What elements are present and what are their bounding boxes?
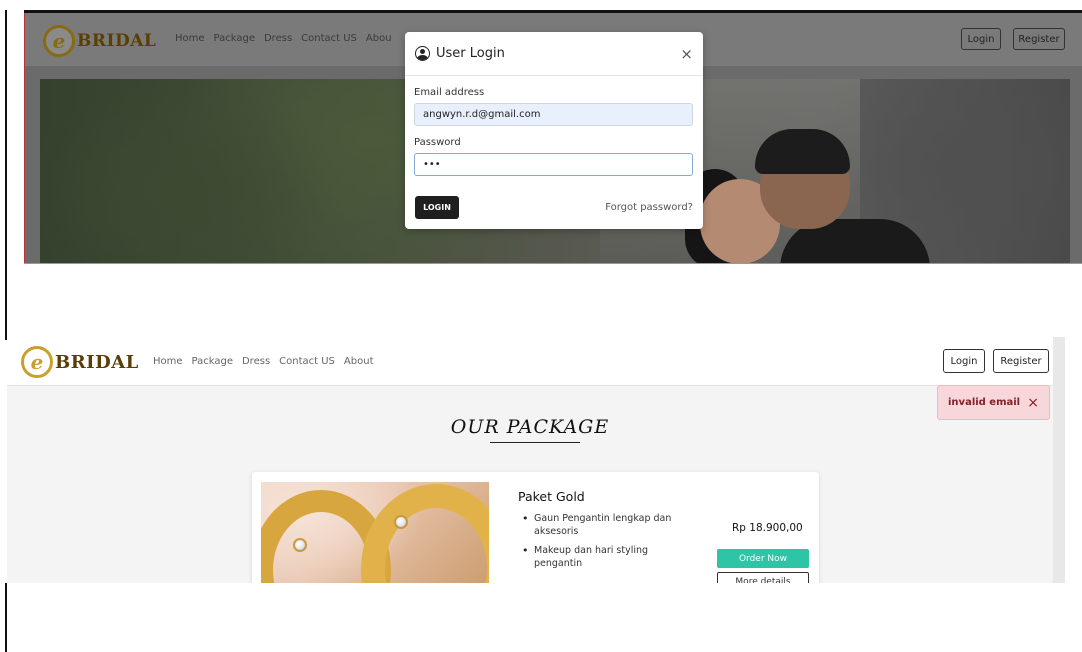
nav-link-package[interactable]: Package xyxy=(214,33,255,44)
order-now-button[interactable]: Order Now xyxy=(717,549,809,568)
ring-gem-right xyxy=(394,515,408,529)
more-details-button[interactable]: More details xyxy=(717,572,809,583)
error-toast: invalid email × xyxy=(937,385,1050,420)
ring-image xyxy=(261,482,489,583)
brand-name: BRIDAL xyxy=(77,31,157,51)
frame-separator xyxy=(24,263,1082,264)
modal-body: Email address angwyn.r.d@gmail.com Passw… xyxy=(405,87,703,176)
email-field[interactable]: angwyn.r.d@gmail.com xyxy=(414,103,693,126)
section-title: OUR PACKAGE xyxy=(450,416,610,438)
modal-header: User Login × xyxy=(405,32,703,76)
nav-link-contact[interactable]: Contact US xyxy=(301,33,357,44)
ring-gem-left xyxy=(293,538,307,552)
forgot-password-link[interactable]: Forgot password? xyxy=(605,202,693,213)
list-item: Makeup dan hari styling pengantin xyxy=(518,544,693,570)
package-name: Paket Gold xyxy=(518,489,585,504)
package-features: Gaun Pengantin lengkap dan aksesoris Mak… xyxy=(518,512,693,576)
login-submit-button[interactable]: LOGIN xyxy=(415,196,459,219)
scrollbar[interactable] xyxy=(1053,337,1065,583)
nav-link-about[interactable]: Abou xyxy=(366,33,392,44)
close-icon[interactable]: × xyxy=(1027,395,1039,411)
brand-logo-icon: e xyxy=(43,25,75,57)
frame-border-left-lower xyxy=(5,583,7,652)
nav-link-contact[interactable]: Contact US xyxy=(279,356,335,367)
nav-link-dress[interactable]: Dress xyxy=(264,33,292,44)
nav-links: Home Package Dress Contact US About xyxy=(153,356,374,367)
register-button[interactable]: Register xyxy=(1013,28,1065,50)
modal-title: User Login xyxy=(436,46,505,61)
login-button[interactable]: Login xyxy=(943,349,985,373)
ring-right xyxy=(361,484,489,583)
nav-link-about[interactable]: About xyxy=(344,356,374,367)
nav-link-dress[interactable]: Dress xyxy=(242,356,270,367)
frame-border-left xyxy=(5,10,7,340)
close-icon[interactable]: × xyxy=(680,45,693,63)
brand-logo[interactable]: e BRIDAL xyxy=(21,346,139,378)
list-item: Gaun Pengantin lengkap dan aksesoris xyxy=(518,512,693,538)
title-underline xyxy=(490,442,580,443)
brand-logo-icon: e xyxy=(21,346,53,378)
brand-name: BRIDAL xyxy=(55,351,139,373)
nav-links: Home Package Dress Contact US Abou xyxy=(175,33,392,44)
login-modal: User Login × Email address angwyn.r.d@gm… xyxy=(405,32,703,229)
package-price: Rp 18.900,00 xyxy=(732,522,803,534)
navbar: e BRIDAL Home Package Dress Contact US A… xyxy=(7,340,1053,386)
nav-link-package[interactable]: Package xyxy=(192,356,233,367)
email-label: Email address xyxy=(414,87,485,98)
user-circle-icon xyxy=(415,46,430,61)
brand-logo[interactable]: e BRIDAL xyxy=(43,25,156,57)
password-label: Password xyxy=(414,137,461,148)
register-button[interactable]: Register xyxy=(993,349,1049,373)
package-screenshot: e BRIDAL Home Package Dress Contact US A… xyxy=(7,340,1053,583)
login-button[interactable]: Login xyxy=(961,28,1001,50)
toast-message: invalid email xyxy=(948,397,1021,408)
package-card: Paket Gold Gaun Pengantin lengkap dan ak… xyxy=(252,472,819,583)
nav-link-home[interactable]: Home xyxy=(175,33,205,44)
nav-link-home[interactable]: Home xyxy=(153,356,183,367)
password-field[interactable]: ••• xyxy=(414,153,693,176)
